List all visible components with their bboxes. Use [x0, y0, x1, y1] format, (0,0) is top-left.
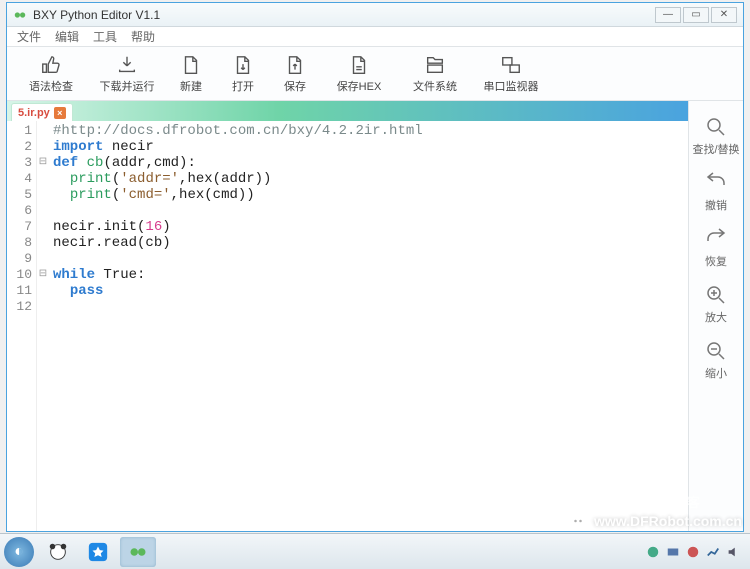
window-buttons: — ▭ ✕ [655, 7, 737, 23]
window-title: BXY Python Editor V1.1 [33, 8, 655, 22]
watermark-brand: DF创客 [657, 492, 700, 511]
menu-edit[interactable]: 编辑 [55, 28, 79, 45]
app-window: BXY Python Editor V1.1 — ▭ ✕ 文件 编辑 工具 帮助… [6, 2, 744, 532]
watermark: www.DFRobot.com.cn [568, 511, 742, 531]
menubar: 文件 编辑 工具 帮助 [7, 27, 743, 47]
task-app-2[interactable] [80, 537, 116, 567]
find-replace-button[interactable]: 查找/替换 [692, 115, 739, 157]
search-icon [704, 115, 728, 139]
fold-column: ⊟ ⊟ [37, 121, 49, 531]
code-editor[interactable]: 123456789101112 ⊟ ⊟ #http://docs.dfrobot… [7, 121, 688, 531]
minimize-button[interactable]: — [655, 7, 681, 23]
star-app-icon [87, 541, 109, 563]
volume-icon[interactable] [726, 545, 740, 559]
close-button[interactable]: ✕ [711, 7, 737, 23]
side-panel: 查找/替换 撤销 恢复 放大 缩小 [689, 101, 743, 531]
file-tab[interactable]: 5.ir.py × [11, 103, 73, 121]
task-bxy-editor[interactable] [120, 537, 156, 567]
panda-icon [47, 541, 69, 563]
new-file-icon [180, 54, 202, 76]
syntax-check-button[interactable]: 语法检查 [15, 52, 87, 96]
maximize-button[interactable]: ▭ [683, 7, 709, 23]
serial-monitor-button[interactable]: 串口监视器 [475, 52, 547, 96]
download-run-button[interactable]: 下载并运行 [91, 52, 163, 96]
tab-label: 5.ir.py [18, 107, 50, 119]
app-logo-icon [13, 8, 27, 22]
thumbs-up-icon [40, 54, 62, 76]
robot-icon [568, 511, 588, 531]
zoom-in-icon [704, 283, 728, 307]
new-button[interactable]: 新建 [167, 52, 215, 96]
menu-tools[interactable]: 工具 [93, 28, 117, 45]
tabbar: 5.ir.py × [7, 101, 688, 121]
tray-icon-3[interactable] [686, 545, 700, 559]
zoom-in-button[interactable]: 放大 [704, 283, 728, 325]
main-area: 5.ir.py × 123456789101112 ⊟ ⊟ #http://do… [7, 101, 743, 531]
download-icon [116, 54, 138, 76]
save-icon [284, 54, 306, 76]
editor-area: 5.ir.py × 123456789101112 ⊟ ⊟ #http://do… [7, 101, 689, 531]
save-button[interactable]: 保存 [271, 52, 319, 96]
line-gutter: 123456789101112 [7, 121, 37, 531]
save-hex-icon [348, 54, 370, 76]
open-button[interactable]: 打开 [219, 52, 267, 96]
tray-icon-2[interactable] [666, 545, 680, 559]
folder-tree-icon [424, 54, 446, 76]
redo-button[interactable]: 恢复 [704, 227, 728, 269]
filesystem-button[interactable]: 文件系统 [399, 52, 471, 96]
tab-close-icon[interactable]: × [54, 107, 66, 119]
serial-icon [500, 54, 522, 76]
undo-icon [704, 171, 728, 195]
start-button[interactable]: ◐ [4, 537, 34, 567]
open-file-icon [232, 54, 254, 76]
menu-help[interactable]: 帮助 [131, 28, 155, 45]
taskbar: ◐ [0, 533, 750, 569]
save-hex-button[interactable]: 保存HEX [323, 52, 395, 96]
tray-icon-4[interactable] [706, 545, 720, 559]
tray-icon-1[interactable] [646, 545, 660, 559]
zoom-out-button[interactable]: 缩小 [704, 339, 728, 381]
redo-icon [704, 227, 728, 251]
system-tray[interactable] [646, 545, 746, 559]
titlebar: BXY Python Editor V1.1 — ▭ ✕ [7, 3, 743, 27]
menu-file[interactable]: 文件 [17, 28, 41, 45]
undo-button[interactable]: 撤销 [704, 171, 728, 213]
bxy-icon [128, 542, 148, 562]
code-source: #http://docs.dfrobot.com.cn/bxy/4.2.2ir.… [49, 121, 688, 531]
toolbar: 语法检查 下载并运行 新建 打开 保存 保存HEX 文件系统 串口监视器 [7, 47, 743, 101]
task-app-1[interactable] [40, 537, 76, 567]
zoom-out-icon [704, 339, 728, 363]
